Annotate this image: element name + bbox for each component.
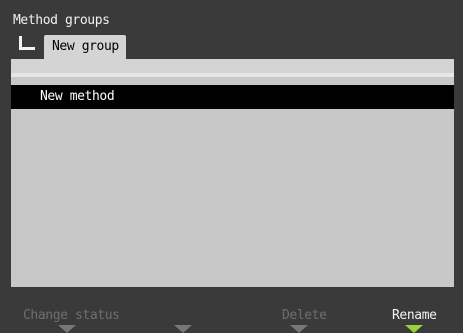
softkey-4-arrow-icon[interactable]	[405, 325, 423, 333]
method-list: New method	[11, 73, 454, 287]
tree-branch-icon	[19, 36, 35, 50]
page-title: Method groups	[13, 13, 110, 28]
change-status-button[interactable]: Change status	[23, 306, 120, 326]
rename-button[interactable]: Rename	[392, 306, 437, 326]
list-item-new-method[interactable]: New method	[11, 85, 454, 109]
delete-button[interactable]: Delete	[282, 306, 327, 326]
softkey-1-arrow-icon[interactable]	[58, 325, 76, 333]
softkey-3-arrow-icon[interactable]	[290, 325, 308, 333]
panel-header	[11, 59, 454, 73]
softkey-bar: Change status Delete Rename	[0, 306, 463, 326]
tab-new-group[interactable]: New group	[44, 35, 126, 59]
softkey-2-arrow-icon[interactable]	[174, 325, 192, 333]
